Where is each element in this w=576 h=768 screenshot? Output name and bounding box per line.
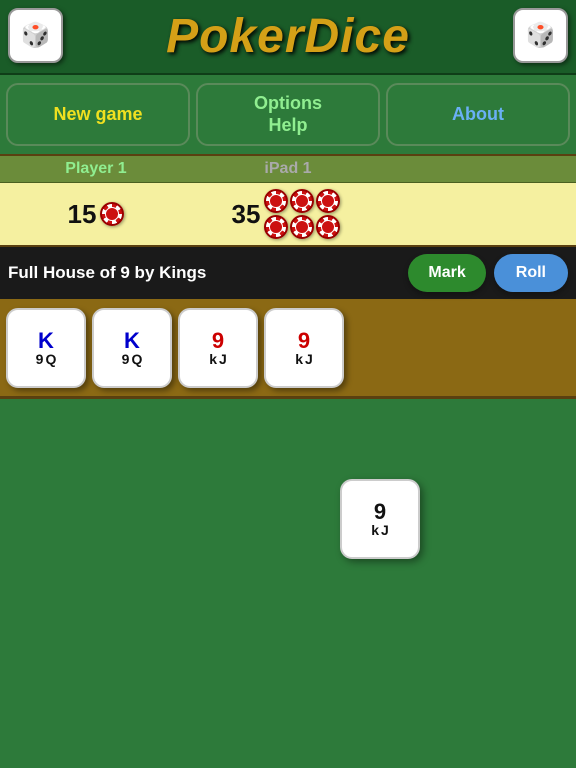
die2-bottom: 9 Q bbox=[122, 352, 143, 366]
chip-i1 bbox=[264, 189, 288, 213]
tray-die-2[interactable]: K 9 Q bbox=[92, 308, 172, 388]
die2-top: K bbox=[124, 330, 140, 352]
mark-button[interactable]: Mark bbox=[408, 254, 485, 292]
chip-i3 bbox=[316, 189, 340, 213]
chip-p1 bbox=[100, 202, 124, 226]
tray-die-3[interactable]: 9 k J bbox=[178, 308, 258, 388]
ipad1-score: 35 bbox=[232, 199, 261, 230]
single-die-bot-left: k bbox=[371, 523, 379, 537]
game-area: 9 k J bbox=[0, 399, 576, 747]
roll-button[interactable]: Roll bbox=[494, 254, 568, 292]
empty-score-cell bbox=[384, 212, 576, 216]
score-section: Player 1 iPad 1 15 35 bbox=[0, 154, 576, 247]
single-die-top: 9 bbox=[374, 501, 386, 523]
action-row: Full House of 9 by Kings Mark Roll bbox=[0, 247, 576, 299]
die4-bottom: k J bbox=[295, 352, 313, 366]
hand-description: Full House of 9 by Kings bbox=[8, 263, 400, 283]
ipad1-score-cell: 35 bbox=[192, 187, 384, 241]
nav-row: New game OptionsHelp About bbox=[0, 75, 576, 154]
die3-top: 9 bbox=[212, 330, 224, 352]
die4-top: 9 bbox=[298, 330, 310, 352]
ipad1-label: iPad 1 bbox=[192, 156, 384, 182]
dice-right-icon: 🎲 bbox=[513, 8, 568, 63]
player1-score-cell: 15 bbox=[0, 197, 192, 232]
options-label: OptionsHelp bbox=[254, 93, 322, 136]
score-body-row: 15 35 bbox=[0, 183, 576, 245]
chip-i2 bbox=[290, 189, 314, 213]
empty-col bbox=[384, 156, 576, 182]
tray-die-1[interactable]: K 9 Q bbox=[6, 308, 86, 388]
die1-bottom: 9 Q bbox=[36, 352, 57, 366]
about-button[interactable]: About bbox=[386, 83, 570, 146]
player1-score: 15 bbox=[68, 199, 97, 230]
app-title: PokerDice bbox=[166, 9, 410, 64]
floating-die[interactable]: 9 k J bbox=[340, 479, 420, 559]
chip-i4 bbox=[264, 215, 288, 239]
die1-top: K bbox=[38, 330, 54, 352]
chip-i6 bbox=[316, 215, 340, 239]
player1-label: Player 1 bbox=[0, 156, 192, 182]
header: 🎲 PokerDice 🎲 bbox=[0, 0, 576, 75]
chip-i5 bbox=[290, 215, 314, 239]
dice-tray: K 9 Q K 9 Q 9 k J 9 k J bbox=[0, 299, 576, 399]
single-die-bot-right: J bbox=[381, 523, 389, 537]
score-header-row: Player 1 iPad 1 bbox=[0, 156, 576, 183]
options-help-button[interactable]: OptionsHelp bbox=[196, 83, 380, 146]
tray-die-4[interactable]: 9 k J bbox=[264, 308, 344, 388]
single-die-bottom: k J bbox=[371, 523, 389, 537]
dice-left-icon: 🎲 bbox=[8, 8, 63, 63]
die3-bottom: k J bbox=[209, 352, 227, 366]
new-game-button[interactable]: New game bbox=[6, 83, 190, 146]
